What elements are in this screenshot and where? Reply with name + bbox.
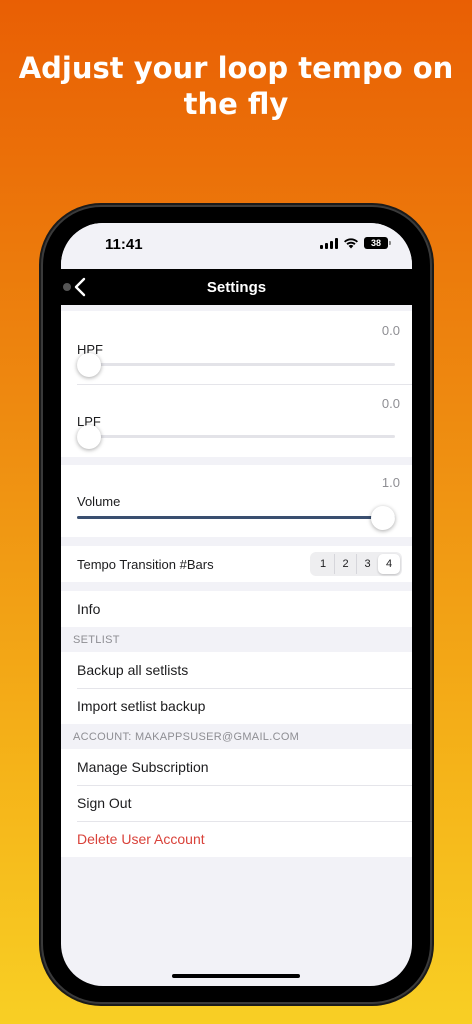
hpf-slider-track[interactable] <box>77 363 395 366</box>
setlist-section-header: SETLIST <box>73 633 120 646</box>
tempo-bars-option-1[interactable]: 1 <box>312 554 334 574</box>
phone-screen: 11:41 38 Settings 0.0 HPF 0.0 LPF 1.0 Vo… <box>61 223 412 986</box>
account-section-header: ACCOUNT: MAKAPPSUSER@GMAIL.COM <box>73 730 300 743</box>
tempo-transition-row: Tempo Transition #Bars 1 2 3 4 <box>61 546 412 582</box>
headline-line-1: Adjust your loop tempo on <box>18 51 454 85</box>
tempo-group: Tempo Transition #Bars 1 2 3 4 <box>61 546 412 582</box>
setlist-group: Backup all setlists Import setlist backu… <box>61 652 412 724</box>
status-bar: 11:41 38 <box>61 223 412 269</box>
delete-user-account-row[interactable]: Delete User Account <box>61 821 412 857</box>
headline: Adjust your loop tempo on the fly <box>0 50 472 122</box>
backup-all-setlists-row[interactable]: Backup all setlists <box>61 652 412 688</box>
volume-row: 1.0 Volume <box>61 465 412 538</box>
battery-icon: 38 <box>364 237 391 249</box>
lpf-slider-track[interactable] <box>77 435 395 438</box>
navigation-bar: Settings <box>61 269 412 305</box>
filter-group: 0.0 HPF 0.0 LPF <box>61 311 412 457</box>
nav-title: Settings <box>206 279 267 296</box>
volume-group: 1.0 Volume <box>61 465 412 537</box>
headline-line-2: the fly <box>183 87 289 121</box>
lpf-slider-thumb[interactable] <box>77 425 101 449</box>
volume-value: 1.0 <box>381 475 400 490</box>
tempo-bars-option-2[interactable]: 2 <box>334 554 356 574</box>
volume-label: Volume <box>77 494 121 509</box>
volume-slider-thumb[interactable] <box>371 506 395 530</box>
hpf-slider-thumb[interactable] <box>77 353 101 377</box>
phone-frame: 11:41 38 Settings 0.0 HPF 0.0 LPF 1.0 Vo… <box>43 207 430 1002</box>
import-setlist-backup-row[interactable]: Import setlist backup <box>61 688 412 724</box>
manage-subscription-row[interactable]: Manage Subscription <box>61 749 412 785</box>
tempo-bars-option-4[interactable]: 4 <box>378 554 400 574</box>
volume-slider-track[interactable] <box>77 516 395 519</box>
sign-out-row[interactable]: Sign Out <box>61 785 412 821</box>
hpf-row: 0.0 HPF <box>61 311 412 384</box>
signal-icon <box>320 237 338 249</box>
status-time: 11:41 <box>105 236 143 253</box>
lpf-row: 0.0 LPF <box>61 384 412 457</box>
hpf-value: 0.0 <box>381 323 400 338</box>
info-group: Info <box>61 591 412 627</box>
tempo-bars-option-3[interactable]: 3 <box>356 554 378 574</box>
info-row[interactable]: Info <box>61 591 412 627</box>
tempo-bars-segmented-control[interactable]: 1 2 3 4 <box>310 552 402 576</box>
tempo-transition-label: Tempo Transition #Bars <box>77 556 214 572</box>
lpf-value: 0.0 <box>381 396 400 411</box>
wifi-icon <box>344 238 358 249</box>
account-group: Manage Subscription Sign Out Delete User… <box>61 749 412 857</box>
home-indicator[interactable] <box>172 974 300 978</box>
status-icons: 38 <box>320 237 391 249</box>
